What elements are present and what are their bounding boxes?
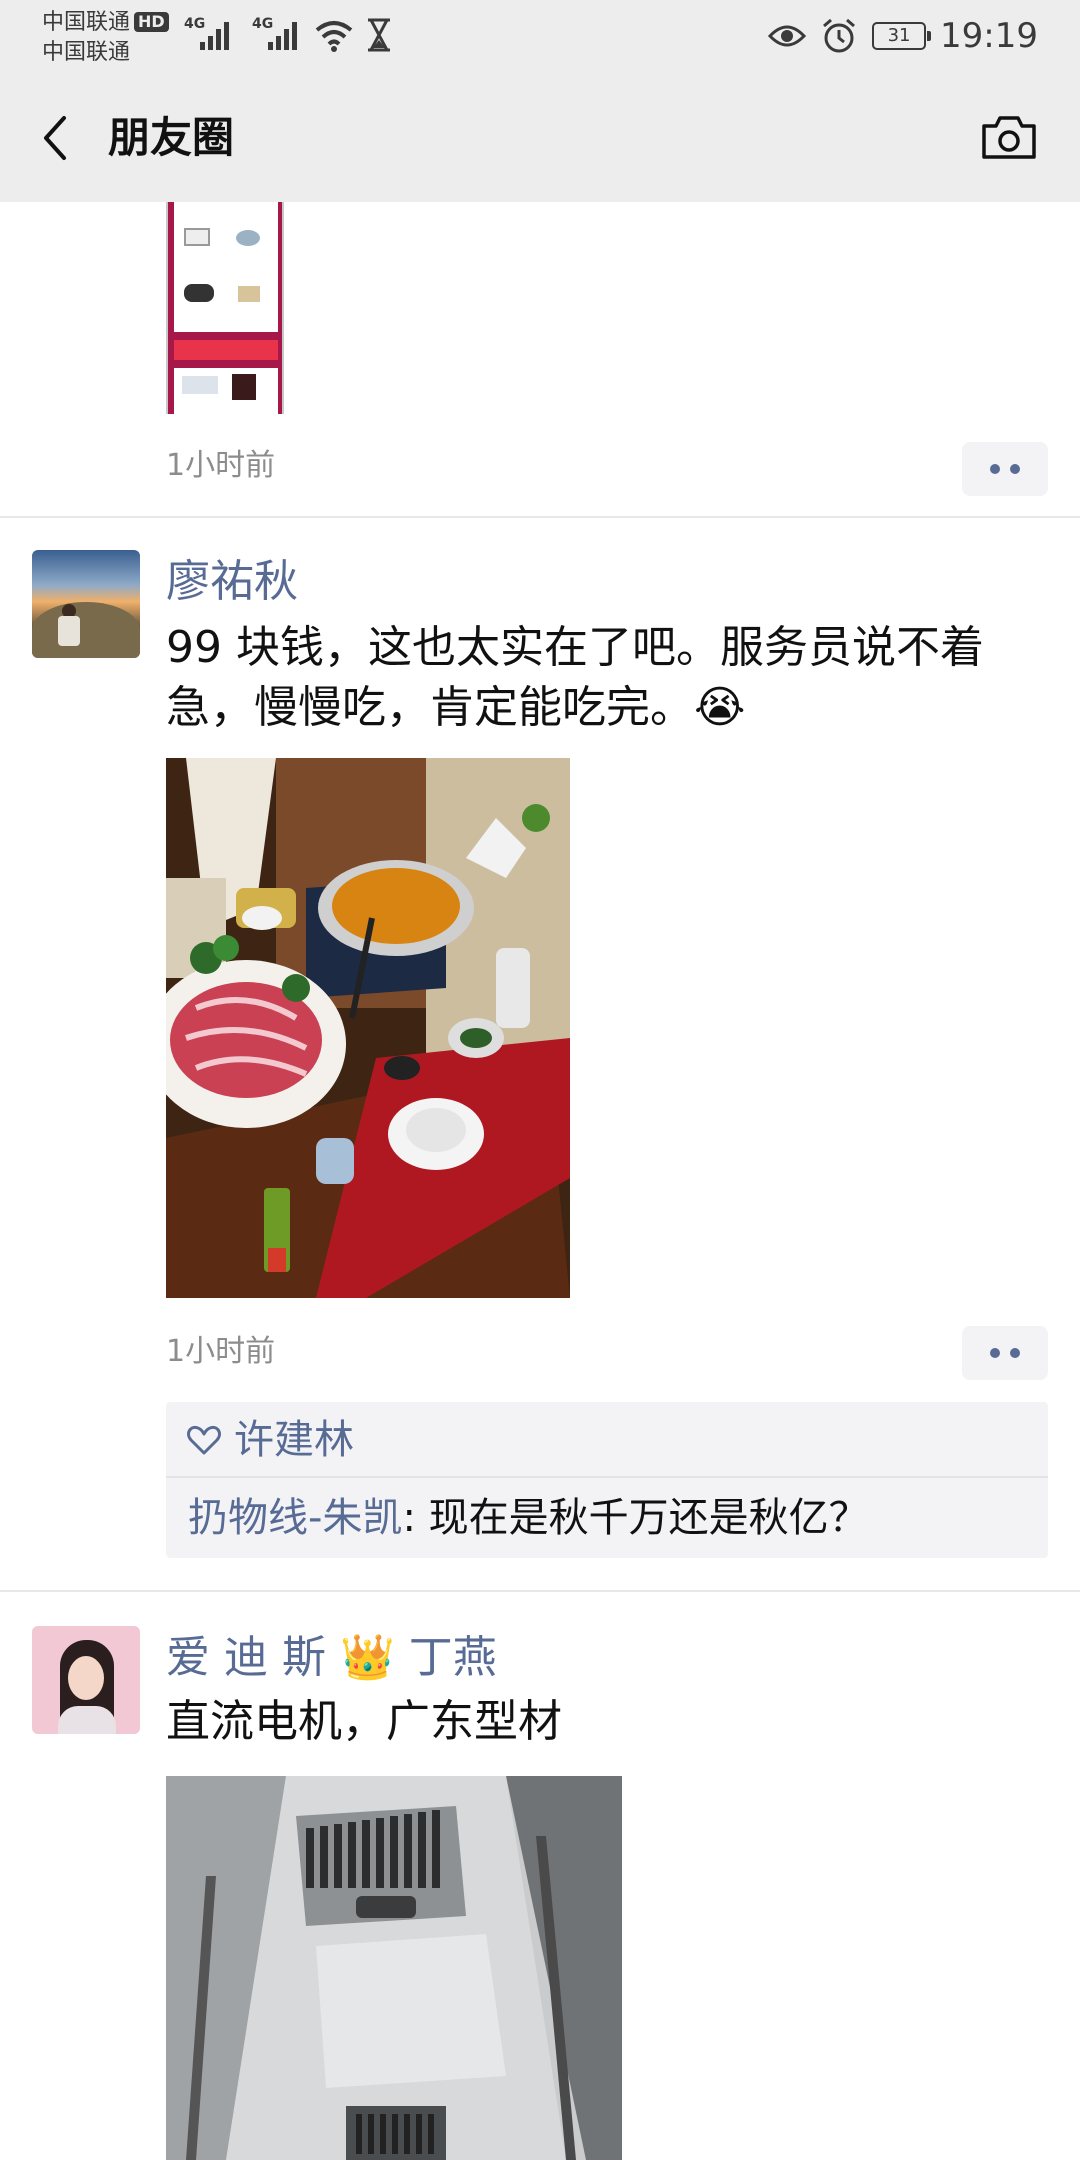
status-right: 31 19:19 <box>768 14 1038 58</box>
post-image[interactable] <box>166 202 284 414</box>
post-divider <box>0 1590 1080 1592</box>
post-text: 99 块钱，这也太实在了吧。服务员说不着急，慢慢吃，肯定能吃完。😭 <box>166 622 984 733</box>
post-time: 1小时前 <box>166 1334 276 1369</box>
avatar[interactable] <box>32 550 140 658</box>
moments-feed[interactable]: 1小时前 廖祐秋 99 块钱，这也太实在了吧。服务员说不着急，慢慢吃，肯定能吃完… <box>0 202 1080 2160</box>
wifi-icon <box>315 21 353 52</box>
carrier-info: 中国联通 HD 中国联通 <box>42 8 169 68</box>
likes-comments-box: 许建林 扔物线-朱凯: 现在是秋千万还是秋亿？ <box>166 1402 1048 1558</box>
more-button[interactable] <box>962 442 1048 496</box>
more-button[interactable] <box>962 1326 1048 1380</box>
clock: 19:19 <box>940 16 1038 56</box>
comment[interactable]: 扔物线-朱凯: 现在是秋千万还是秋亿？ <box>188 1492 869 1544</box>
hd-badge: HD <box>134 12 169 32</box>
heart-icon <box>187 1425 221 1455</box>
title-bar: 朋友圈 <box>0 74 1080 202</box>
hourglass-icon <box>368 18 390 52</box>
post-image[interactable] <box>166 758 570 1298</box>
more-dot-icon <box>1010 464 1020 474</box>
post-time: 1小时前 <box>166 448 276 483</box>
more-dot-icon <box>990 1348 1000 1358</box>
post-author[interactable]: 廖祐秋 <box>166 552 298 612</box>
post-text: 直流电机，广东型材 <box>166 1696 562 1747</box>
post-image[interactable] <box>166 1776 622 2160</box>
avatar[interactable] <box>32 1626 140 1734</box>
carrier-label: 中国联通 <box>42 10 131 35</box>
eye-icon <box>768 25 807 47</box>
comment-text: : 现在是秋千万还是秋亿？ <box>402 1495 869 1541</box>
more-dot-icon <box>1010 1348 1020 1358</box>
status-bar: 中国联通 HD 中国联通 4G 4G 31 19:19 <box>0 0 1080 74</box>
more-dot-icon <box>990 464 1000 474</box>
liker-name[interactable]: 许建林 <box>234 1414 354 1466</box>
likes-row: 许建林 <box>166 1402 1048 1478</box>
post-divider <box>0 516 1080 518</box>
carrier-label-2: 中国联通 <box>42 40 131 65</box>
page-title: 朋友圈 <box>108 113 235 162</box>
camera-icon[interactable] <box>980 112 1038 162</box>
back-icon[interactable] <box>36 110 76 166</box>
alarm-icon <box>823 18 855 53</box>
post-author[interactable]: 爱 迪 斯 👑 丁燕 <box>166 1628 497 1688</box>
battery-indicator: 31 <box>872 22 932 50</box>
comment-author[interactable]: 扔物线-朱凯 <box>188 1495 402 1541</box>
